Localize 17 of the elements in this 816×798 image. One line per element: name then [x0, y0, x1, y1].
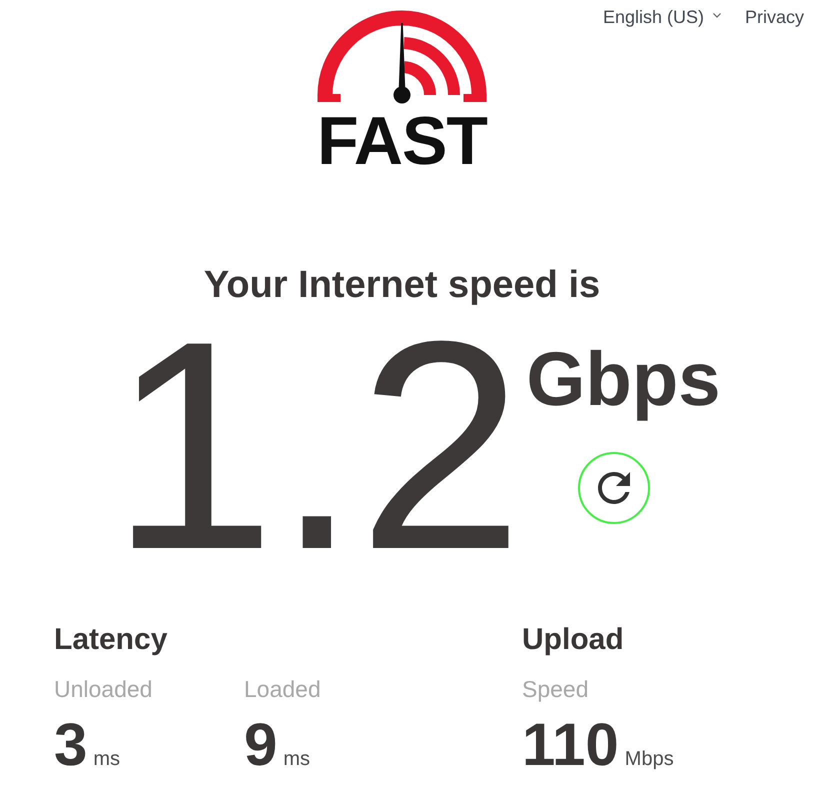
language-selector[interactable]: English (US)	[602, 8, 721, 26]
metric-label: Speed	[522, 678, 590, 701]
refresh-icon	[598, 472, 630, 504]
metric-value: 3	[54, 715, 88, 775]
privacy-link[interactable]: Privacy	[744, 8, 804, 26]
metric-unit: ms	[283, 749, 310, 769]
speedometer-icon	[316, 8, 488, 104]
metric-label: Loaded	[244, 678, 322, 701]
section-title: Latency	[54, 625, 168, 655]
metric-unit: ms	[93, 749, 120, 769]
section-title: Upload	[522, 625, 625, 655]
metric-value: 9	[244, 715, 278, 775]
chevron-down-icon	[712, 13, 721, 18]
metric-label: Unloaded	[54, 678, 154, 701]
metric-unit: Mbps	[624, 749, 674, 769]
logo-wordmark: FAST	[317, 107, 487, 175]
metric-value: 110	[522, 715, 619, 775]
